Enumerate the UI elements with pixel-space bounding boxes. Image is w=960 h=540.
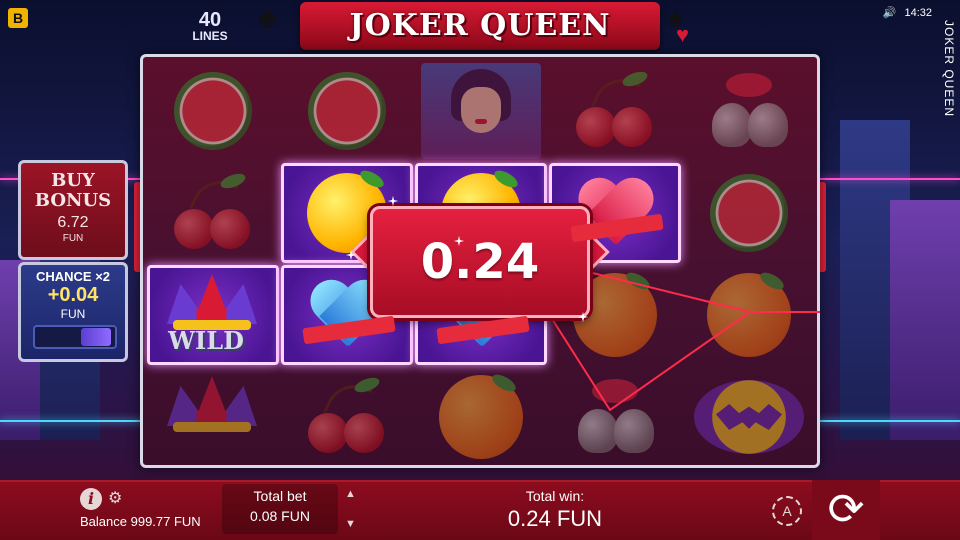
orange-icon: [707, 269, 791, 357]
reel-cell: [683, 367, 815, 465]
cherries-icon: [168, 170, 258, 253]
lines-label: LINES: [192, 29, 228, 43]
cherries-icon: [302, 374, 392, 457]
buy-bonus-title: BUY BONUS: [34, 170, 112, 211]
heart-suit-icon: ♥: [676, 22, 690, 47]
balance: Balance 999.77 FUN: [80, 514, 201, 529]
reel-cell: [147, 61, 279, 161]
reel-cell: [415, 367, 547, 465]
chance-title: CHANCE ×2: [35, 269, 111, 284]
spin-refresh-icon: ⟳: [827, 485, 865, 534]
bells-icon: [704, 71, 794, 151]
reel-cell: [147, 367, 279, 465]
bells-icon: [570, 377, 660, 457]
cherries-icon: [570, 68, 660, 151]
clock: 14:32: [904, 6, 932, 19]
lines-badge: 40 LINES: [180, 10, 240, 42]
reel-cell: [683, 163, 815, 263]
chance-unit: FUN: [60, 307, 86, 321]
reel-cell: [683, 61, 815, 161]
balance-label: Balance: [80, 514, 127, 529]
chance-value: +0.04: [47, 284, 99, 306]
bet-increase-icon[interactable]: ▲: [345, 488, 356, 500]
total-bet-value: 0.08 FUN: [250, 508, 310, 524]
bet-decrease-icon[interactable]: ▼: [345, 518, 356, 530]
autoplay-button[interactable]: A: [772, 496, 802, 526]
total-bet-box: Total bet 0.08 FUN: [222, 484, 338, 534]
reel-cell: [683, 265, 815, 365]
info-icon[interactable]: i: [80, 488, 102, 510]
chevrons-icon: [81, 328, 111, 346]
buy-bonus-unit: FUN: [62, 233, 84, 244]
reel-cell: [549, 367, 681, 465]
reel-cell: [281, 367, 413, 465]
watermelon-icon: [308, 72, 386, 150]
balance-value: 999.77 FUN: [130, 514, 201, 529]
chance-panel: CHANCE ×2 +0.04 FUN: [18, 262, 128, 362]
orange-icon: [439, 371, 523, 459]
buy-bonus-value: 6.72: [57, 214, 89, 231]
watermelon-icon: [710, 174, 788, 252]
lines-count: 40: [198, 9, 222, 31]
total-bet-label: Total bet: [253, 488, 307, 504]
watermelon-icon: [174, 72, 252, 150]
jester-hat-icon: [159, 372, 267, 462]
gear-icon[interactable]: ⚙: [108, 488, 122, 508]
total-win: Total win: 0.24 FUN: [460, 488, 650, 532]
club-suit-icon: ♣: [258, 2, 277, 33]
chance-toggle[interactable]: [33, 325, 117, 349]
total-win-label: Total win:: [525, 488, 585, 504]
win-amount: 0.24: [420, 234, 540, 290]
wild-label: WILD: [168, 326, 244, 355]
bat-emblem-icon: [694, 380, 804, 454]
reel-cell-winning: WILD: [147, 265, 279, 365]
total-win-value: 0.24 FUN: [507, 506, 603, 531]
joker-queen-icon: [421, 63, 541, 159]
side-title: JOKER QUEEN: [942, 20, 956, 118]
buy-bonus-button[interactable]: BUY BONUS 6.72 FUN: [18, 160, 128, 260]
brand-logo: B: [8, 8, 28, 28]
game-title: JOKER QUEEN: [349, 8, 611, 43]
reel-cell: [147, 163, 279, 263]
reel-cell: [415, 61, 547, 161]
spin-button[interactable]: ⟳: [812, 480, 880, 540]
status-bar: 🔊 14:32: [883, 6, 932, 20]
speaker-icon[interactable]: 🔊: [883, 6, 897, 19]
reel-cell: [549, 61, 681, 161]
reel-cell: [281, 61, 413, 161]
